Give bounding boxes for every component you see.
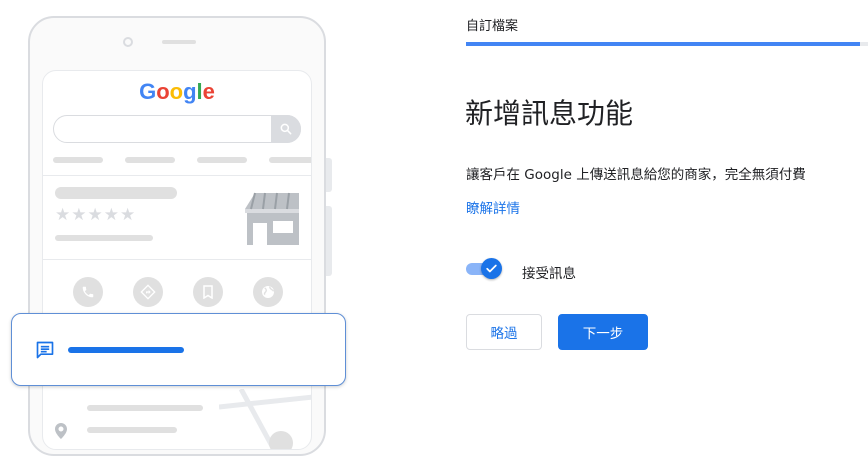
checkmark-icon [486,264,497,273]
progress-bar-fill [466,42,860,46]
phone-screen: Google ★★★★★ [42,70,312,450]
accept-messages-toggle[interactable] [466,258,502,280]
progress-bar [466,42,868,46]
bookmark-icon [193,277,223,307]
search-bar-illustration [53,115,301,143]
divider [43,175,311,176]
message-text-placeholder [68,347,184,353]
phone-speaker [162,40,196,44]
phone-illustration: Google ★★★★★ [28,16,326,456]
phone-camera [123,37,133,47]
logo-letter: e [202,79,215,104]
phone-side-button [326,158,332,192]
toggle-knob [481,258,502,279]
globe-icon [253,277,283,307]
search-engine-logo: Google [43,79,311,105]
location-pin-icon [55,423,67,439]
search-tabs-placeholder [53,157,311,163]
divider [43,259,311,260]
logo-letter: o [169,79,184,104]
chat-icon [36,341,54,359]
description-text: 讓客戶在 Google 上傳送訊息給您的商家，完全無須付費 [466,167,806,183]
map-preview [219,389,311,449]
rating-stars: ★★★★★ [55,205,137,225]
next-button[interactable]: 下一步 [558,314,648,350]
message-card-illustration [11,313,346,386]
logo-letter: o [156,79,170,104]
toggle-label: 接受訊息 [522,266,576,282]
phone-icon [73,277,103,307]
directions-icon [133,277,163,307]
step-label: 自訂檔案 [466,19,519,34]
storefront-icon [245,192,299,245]
search-icon [271,115,301,143]
phone-side-button [326,206,332,276]
business-name-placeholder [55,187,177,199]
logo-letter: G [139,79,157,104]
business-detail-placeholder [55,235,153,241]
learn-more-link[interactable]: 瞭解詳情 [466,197,520,217]
skip-button[interactable]: 略過 [466,314,542,350]
page-title: 新增訊息功能 [465,97,634,130]
logo-letter: g [183,79,197,104]
